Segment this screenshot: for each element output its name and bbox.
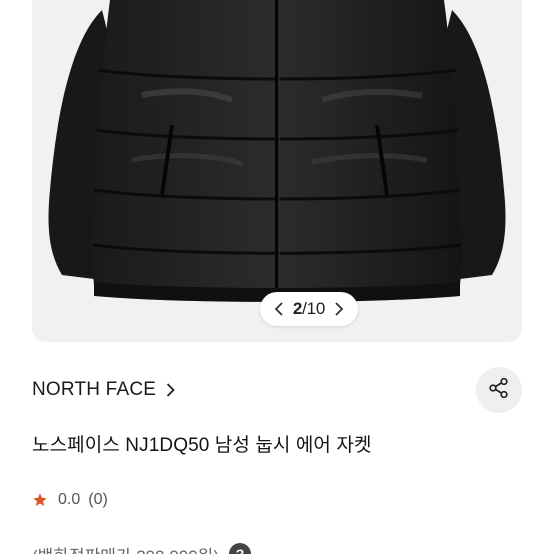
star-icon xyxy=(32,491,50,509)
image-pager: 2/10 xyxy=(260,292,358,326)
share-icon xyxy=(488,377,510,404)
pager-current: 2 xyxy=(292,299,303,318)
brand-link[interactable]: NORTH FACE xyxy=(32,376,178,404)
pager-total: 10 xyxy=(306,299,326,318)
product-image-gallery[interactable]: 2/10 xyxy=(32,0,522,342)
share-button[interactable] xyxy=(476,367,522,413)
chevron-left-icon[interactable] xyxy=(272,302,286,316)
price-label: (백화점판매가 299,000원) xyxy=(32,542,219,554)
question-icon[interactable]: ? xyxy=(228,543,251,554)
chevron-right-icon[interactable] xyxy=(332,302,346,316)
rating-summary: 0.0 (0) xyxy=(32,488,108,512)
brand-name: NORTH FACE xyxy=(32,379,157,400)
rating-score: 0.0 xyxy=(58,491,81,508)
department-store-price: (백화점판매가 299,000원) ? xyxy=(32,540,251,554)
pager-counter: 2/10 xyxy=(292,299,326,319)
product-image xyxy=(48,0,506,302)
product-title: 노스페이스 NJ1DQ50 남성 눕시 에어 자켓 xyxy=(32,435,372,456)
rating-count: (0) xyxy=(88,491,108,508)
chevron-right-icon xyxy=(166,383,178,397)
